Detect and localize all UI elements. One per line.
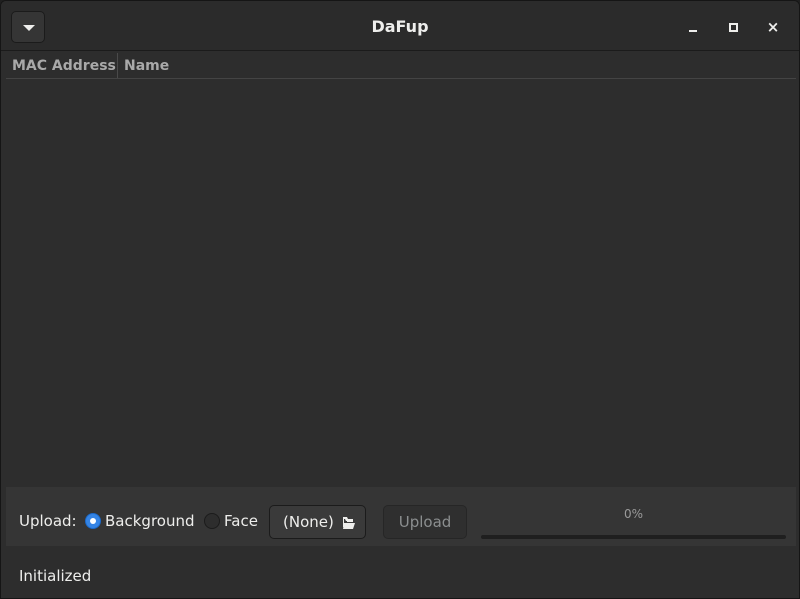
window-minimize-icon: [689, 30, 697, 32]
radio-background[interactable]: Background: [85, 512, 195, 530]
minimize-button[interactable]: [681, 15, 705, 39]
upload-controls: Upload: Background Face (None) Upload 0%: [6, 487, 796, 546]
progress-bar: [481, 535, 786, 539]
device-list[interactable]: MAC Address Name: [6, 53, 796, 485]
device-list-body[interactable]: [6, 79, 796, 485]
radio-face-label: Face: [224, 512, 258, 530]
window-maximize-icon: [729, 23, 738, 32]
window-close-icon: ×: [766, 18, 780, 36]
maximize-button[interactable]: [721, 15, 745, 39]
file-chooser-button[interactable]: (None): [269, 505, 366, 539]
document-open-icon: [343, 517, 355, 529]
pan-down-icon: [23, 25, 35, 31]
window-title: DaFup: [371, 17, 429, 36]
status-bar: Initialized: [1, 549, 799, 598]
file-chooser-label: (None): [283, 513, 334, 531]
radio-indicator-checked[interactable]: [85, 513, 101, 529]
radio-background-label: Background: [105, 512, 195, 530]
upload-button[interactable]: Upload: [383, 505, 467, 539]
radio-face[interactable]: Face: [204, 512, 264, 530]
status-text: Initialized: [19, 567, 92, 585]
progress-text: 0%: [623, 507, 644, 521]
radio-indicator-unchecked[interactable]: [204, 513, 220, 529]
device-list-header: MAC Address Name: [6, 53, 796, 79]
app-window: DaFup × MAC Address Name Upload: Backgro…: [0, 0, 800, 599]
menu-button[interactable]: [11, 11, 45, 43]
upload-label: Upload:: [19, 512, 77, 530]
close-button[interactable]: ×: [761, 15, 785, 39]
column-header-mac-address[interactable]: MAC Address: [6, 53, 118, 78]
column-header-name[interactable]: Name: [118, 53, 318, 78]
header-bar: DaFup ×: [1, 1, 799, 51]
